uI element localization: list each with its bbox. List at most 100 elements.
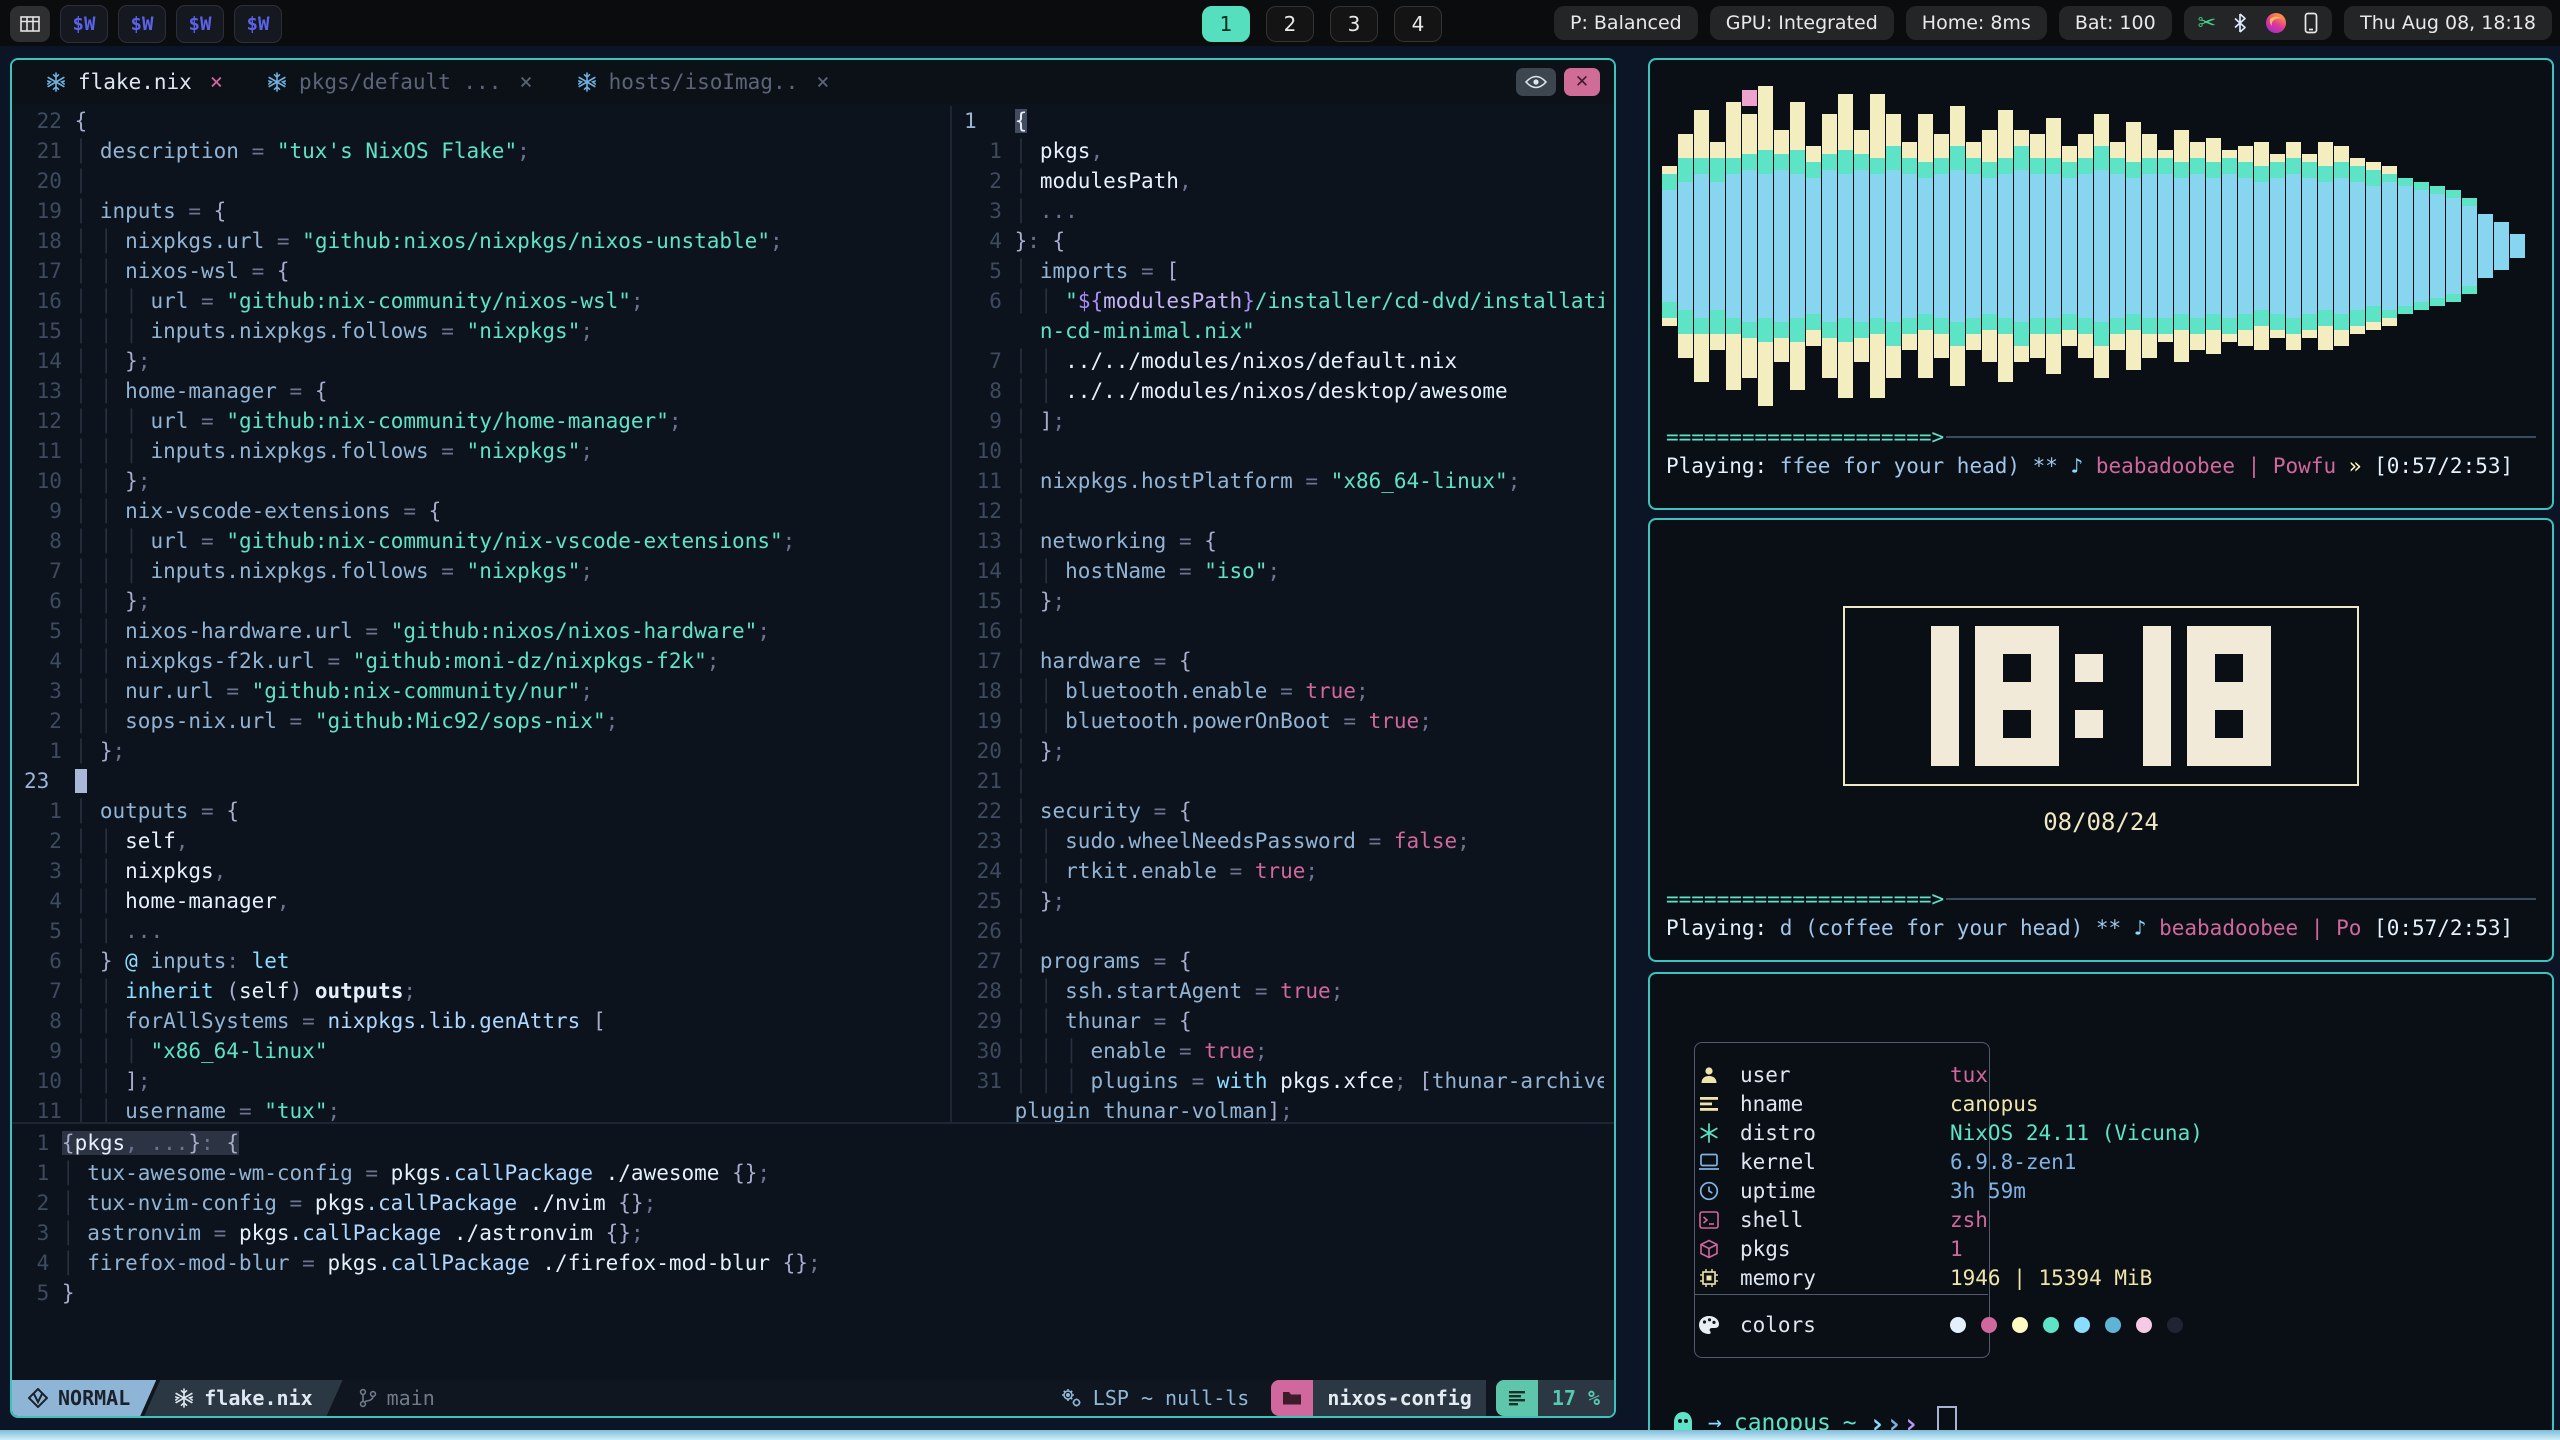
code-line: 26│ — [964, 916, 1604, 946]
taskbar-item[interactable]: $W — [118, 5, 166, 43]
taskbar-item[interactable]: $W — [176, 5, 224, 43]
launcher-button[interactable] — [10, 6, 50, 42]
fetch-label: shell — [1740, 1208, 1950, 1232]
code-line: 20│ — [24, 166, 944, 196]
code-line: 10│ │ ]; — [24, 1066, 944, 1096]
git-branch-icon — [359, 1388, 377, 1408]
fetch-label: user — [1740, 1063, 1950, 1087]
fetch-value: NixOS 24.11 (Vicuna) — [1950, 1121, 2203, 1145]
folder-icon — [1282, 1390, 1302, 1406]
code-line: 8│ │ │ url = "github:nix-community/nix-v… — [24, 526, 944, 556]
tab-hosts-isoImag-[interactable]: hosts/isoImag..× — [577, 70, 830, 95]
fetch-row-memory: memory1946 | 15394 MiB — [1650, 1263, 2152, 1292]
code-line: 21│ — [964, 766, 1604, 796]
taskbar-item[interactable]: $W — [60, 5, 108, 43]
code-line: 3│ │ nixpkgs, — [24, 856, 944, 886]
code-line: 17│ │ nixos-wsl = { — [24, 256, 944, 286]
user-icon — [1694, 1065, 1724, 1085]
code-line: 25│ }; — [964, 886, 1604, 916]
workspace-tags: 1234 — [1202, 6, 1442, 42]
fetch-row-pkgs: pkgs1 — [1650, 1234, 1963, 1263]
palette-dot — [2105, 1317, 2121, 1333]
firefox-icon[interactable] — [2264, 11, 2288, 35]
code-line: 16│ │ │ url = "github:nix-community/nixo… — [24, 286, 944, 316]
code-line: 6│ │ }; — [24, 586, 944, 616]
tab-pkgs-default-[interactable]: pkgs/default ...× — [267, 70, 533, 95]
code-line: 4│ │ home-manager, — [24, 886, 944, 916]
status-pill: GPU: Integrated — [1710, 6, 1894, 40]
scroll-label: 17 % — [1552, 1386, 1600, 1410]
clock-date: 08/08/24 — [1650, 808, 2552, 836]
code-line: 17│ hardware = { — [964, 646, 1604, 676]
audio-visualizer — [1656, 60, 2552, 438]
status-pill: Bat: 100 — [2059, 6, 2172, 40]
nix-file-icon — [46, 72, 66, 92]
lines-icon — [1508, 1390, 1526, 1406]
editor-pane-bottom[interactable]: 1{pkgs, ...}: {1│ tux-awesome-wm-config … — [24, 1128, 1594, 1308]
fetch-label: colors — [1740, 1313, 1950, 1337]
scissors-icon[interactable]: ✂ — [2198, 11, 2216, 36]
mode-label: NORMAL — [58, 1386, 130, 1410]
nix-icon — [174, 1388, 194, 1408]
bar-clock: Thu Aug 08, 18:18 — [2360, 12, 2536, 34]
tab-close-icon[interactable]: × — [519, 70, 532, 95]
code-line: 22│ security = { — [964, 796, 1604, 826]
phone-icon[interactable] — [2304, 12, 2318, 34]
code-line: 2│ modulesPath, — [964, 166, 1604, 196]
bar-left-group: $W $W $W $W — [10, 5, 282, 43]
editor-pane-right[interactable]: 1{1│ pkgs,2│ modulesPath,3│ ...4}: {5│ i… — [964, 106, 1604, 1126]
separator-line: =====================> — [1666, 424, 2536, 450]
system-tray: ✂ — [2184, 6, 2332, 40]
code-line: 1│ pkgs, — [964, 136, 1604, 166]
code-line: 7│ │ │ inputs.nixpkgs.follows = "nixpkgs… — [24, 556, 944, 586]
fetch-row-kernel: kernel6.9.8-zen1 — [1650, 1147, 2076, 1176]
close-button[interactable]: ✕ — [1564, 68, 1600, 96]
tab-close-icon[interactable]: × — [816, 70, 829, 95]
code-line: 6│ } @ inputs: let — [24, 946, 944, 976]
clock-pill: Thu Aug 08, 18:18 — [2344, 6, 2552, 40]
code-line: 19│ inputs = { — [24, 196, 944, 226]
fetch-value: 1946 | 15394 MiB — [1950, 1266, 2152, 1290]
code-line: 1│ tux-awesome-wm-config = pkgs.callPack… — [24, 1158, 1594, 1188]
code-line: 4│ │ nixpkgs-f2k.url = "github:moni-dz/n… — [24, 646, 944, 676]
code-line: 11│ nixpkgs.hostPlatform = "x86_64-linux… — [964, 466, 1604, 496]
taskbar-items: $W $W $W $W — [60, 5, 282, 43]
opacity-toggle-button[interactable] — [1516, 68, 1556, 96]
fetch-row-shell: shellzsh — [1650, 1205, 1988, 1234]
horizontal-split[interactable] — [12, 1122, 1614, 1124]
bluetooth-icon[interactable] — [2232, 12, 2248, 34]
separator-line: =====================> — [1666, 886, 2536, 912]
code-line: 1│ outputs = { — [24, 796, 944, 826]
wallpaper-band — [0, 1430, 2560, 1440]
code-line: 13│ networking = { — [964, 526, 1604, 556]
palette-dot — [2043, 1317, 2059, 1333]
visualizer-window: =====================> Playing: ffee for… — [1648, 58, 2554, 510]
workspace-tag-2[interactable]: 2 — [1266, 6, 1314, 42]
tab-flake-nix[interactable]: flake.nix× — [46, 70, 223, 95]
chip-icon — [1694, 1268, 1724, 1288]
code-line: 9│ │ nix-vscode-extensions = { — [24, 496, 944, 526]
tab-close-icon[interactable]: × — [210, 70, 223, 95]
code-line: 21│ description = "tux's NixOS Flake"; — [24, 136, 944, 166]
vertical-split[interactable] — [950, 106, 952, 1124]
workspace-tag-4[interactable]: 4 — [1394, 6, 1442, 42]
scroll-segment: 17 % — [1538, 1380, 1614, 1416]
fetch-label: pkgs — [1740, 1237, 1950, 1261]
code-line: 23│ │ sudo.wheelNeedsPassword = false; — [964, 826, 1604, 856]
workspace-tag-3[interactable]: 3 — [1330, 6, 1378, 42]
taskbar-item[interactable]: $W — [234, 5, 282, 43]
workspace-tag-1[interactable]: 1 — [1202, 6, 1250, 42]
fetch-window: usertuxhnamecanopusdistroNixOS 24.11 (Vi… — [1648, 972, 2554, 1440]
code-line: 20│ }; — [964, 736, 1604, 766]
project-label: nixos-config — [1327, 1386, 1472, 1410]
tabline: flake.nix× pkgs/default ...× hosts/isoImag… — [12, 60, 1614, 104]
clock-icon — [1694, 1181, 1724, 1201]
fetch-label: memory — [1740, 1266, 1950, 1290]
editor-pane-left[interactable]: 22{21│ description = "tux's NixOS Flake"… — [24, 106, 944, 1126]
code-line: 11│ │ │ inputs.nixpkgs.follows = "nixpkg… — [24, 436, 944, 466]
now-playing: Playing: d (coffee for your head) ** ♪ b… — [1666, 916, 2542, 944]
code-line: 10│ │ }; — [24, 466, 944, 496]
laptop-icon — [1694, 1153, 1724, 1171]
eye-icon — [1525, 75, 1547, 89]
palette-dot — [2074, 1317, 2090, 1333]
